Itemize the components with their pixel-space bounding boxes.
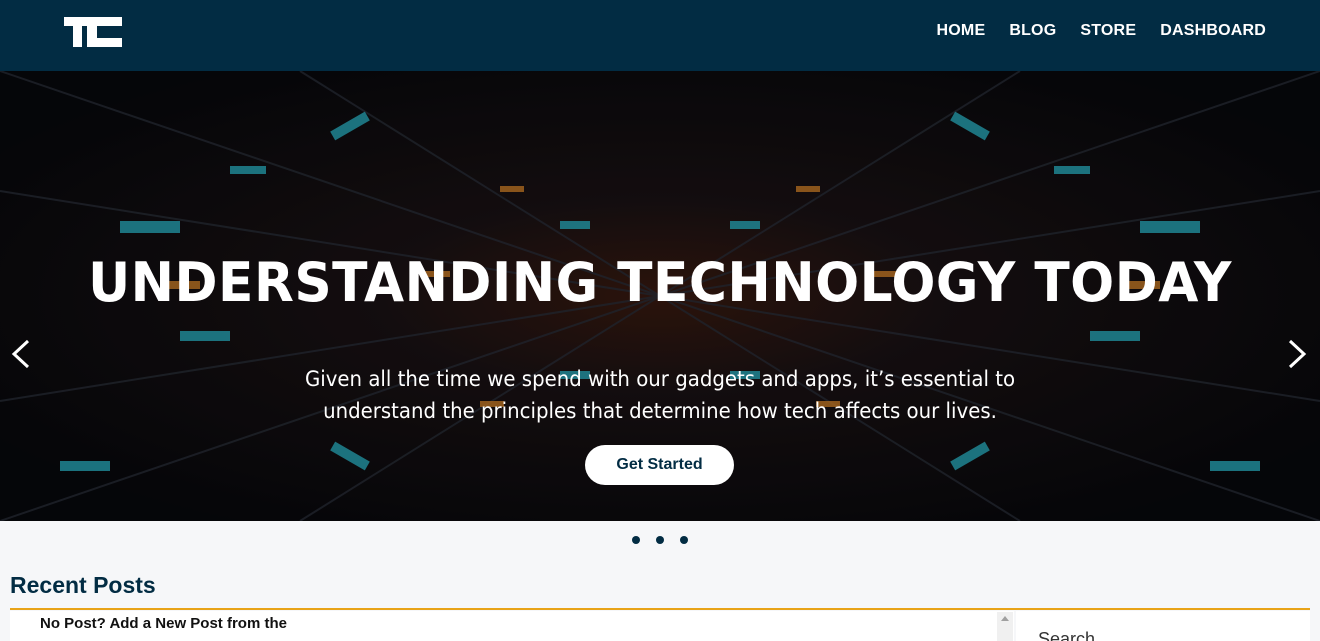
nav-store[interactable]: STORE xyxy=(1080,22,1136,40)
chevron-left-icon[interactable] xyxy=(6,337,36,371)
get-started-button[interactable]: Get Started xyxy=(585,445,734,485)
scroll-up-icon[interactable] xyxy=(1001,616,1009,621)
main-nav: HOME BLOG STORE DASHBOARD xyxy=(937,22,1266,40)
nav-dashboard[interactable]: DASHBOARD xyxy=(1160,22,1266,40)
nav-home[interactable]: HOME xyxy=(937,22,986,40)
carousel-dot-1[interactable] xyxy=(632,536,640,544)
carousel-dot-2[interactable] xyxy=(656,536,664,544)
site-header: HOME BLOG STORE DASHBOARD xyxy=(0,0,1320,71)
tc-logo-icon[interactable] xyxy=(64,17,122,47)
chevron-right-icon[interactable] xyxy=(1282,337,1312,371)
nav-blog[interactable]: BLOG xyxy=(1009,22,1056,40)
hero-subtitle: Given all the time we spend with our gad… xyxy=(304,367,1016,423)
carousel-dot-3[interactable] xyxy=(680,536,688,544)
recent-posts-heading: Recent Posts xyxy=(10,572,156,598)
section-divider xyxy=(10,608,1310,610)
carousel-indicators xyxy=(0,536,1320,544)
sidebar-search-heading: Search xyxy=(1038,629,1096,641)
hero-carousel: UNDERSTANDING TECHNOLOGY TODAY Given all… xyxy=(0,71,1320,521)
hero-title: UNDERSTANDING TECHNOLOGY TODAY xyxy=(88,251,1232,314)
empty-posts-message: No Post? Add a New Post from the xyxy=(40,615,287,632)
sidebar-panel: Search xyxy=(1016,611,1310,641)
